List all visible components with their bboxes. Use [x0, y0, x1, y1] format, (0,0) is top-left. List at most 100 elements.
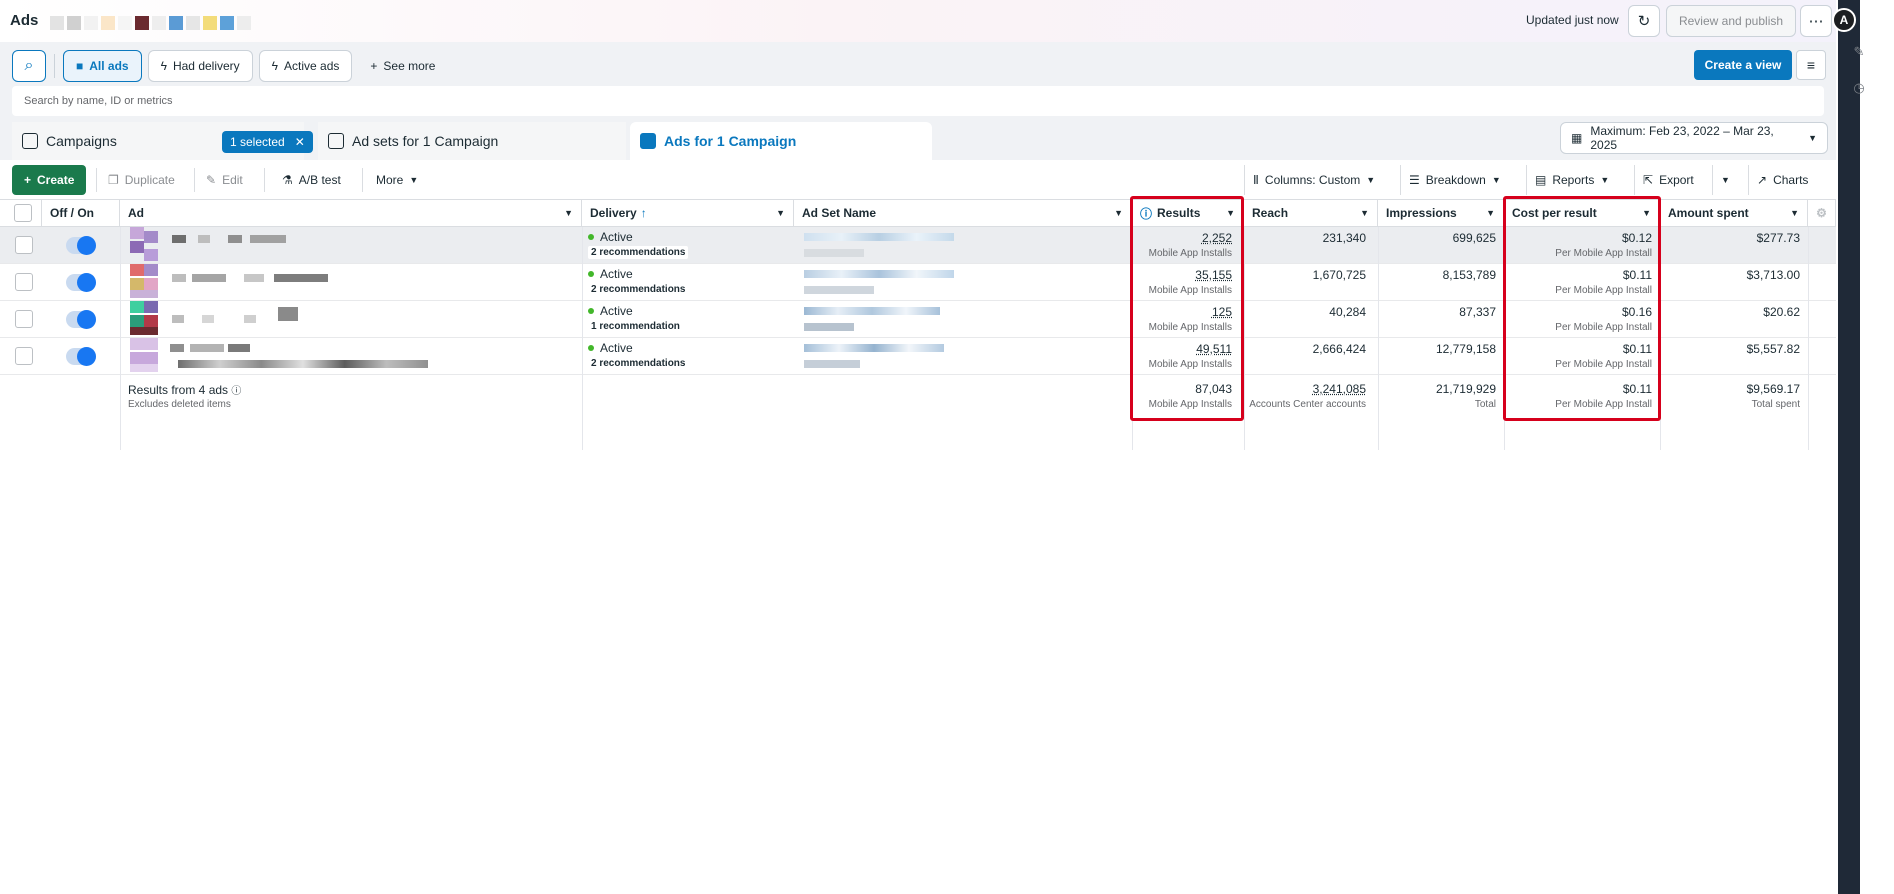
amount-spent-value: $20.62	[1763, 305, 1800, 319]
row-checkbox[interactable]	[15, 310, 33, 328]
row-checkbox[interactable]	[15, 236, 33, 254]
review-and-publish-button[interactable]: Review and publish	[1666, 5, 1796, 37]
summary-label-wrap: Results from 4 ads ⓘ	[128, 382, 241, 397]
header-reach[interactable]: Reach ▼	[1244, 200, 1378, 227]
selected-badge[interactable]: 1 selected ✕	[222, 131, 313, 153]
delivery-cell: Active 2 recommendations	[588, 341, 689, 370]
header-impressions[interactable]: Impressions ▼	[1378, 200, 1504, 227]
ad-toggle[interactable]	[66, 273, 96, 292]
ad-set-name-redacted[interactable]	[804, 301, 954, 338]
lightning-icon: ϟ	[160, 59, 167, 73]
chevron-down-icon: ▼	[409, 175, 419, 185]
search-button[interactable]: ⌕	[12, 50, 46, 82]
search-icon: ⌕	[24, 57, 34, 74]
ad-set-name-redacted[interactable]	[804, 264, 954, 301]
date-range-picker[interactable]: ▦ Maximum: Feb 23, 2022 – Mar 23, 2025 ▼	[1560, 122, 1828, 154]
chevron-down-icon[interactable]: ▼	[1790, 208, 1799, 218]
right-rail-dark	[1838, 0, 1860, 894]
header-amount-spent[interactable]: Amount spent ▼	[1660, 200, 1808, 227]
gear-icon: ⚙	[1816, 206, 1827, 220]
lightning-icon: ϟ	[271, 59, 279, 73]
columns-button[interactable]: Ⅱ Columns: Custom ▼	[1244, 165, 1383, 195]
flask-icon: ⚗	[282, 173, 293, 187]
see-more-chip[interactable]: + See more	[358, 50, 447, 82]
summary-amount-spent-type: Total spent	[1751, 399, 1800, 410]
sliders-icon: ≡	[1806, 57, 1816, 73]
plus-icon: +	[24, 173, 32, 187]
chevron-down-icon[interactable]: ▼	[564, 208, 573, 218]
reports-icon: ▤	[1535, 173, 1547, 187]
ad-name-redacted[interactable]	[128, 264, 328, 301]
ad-toggle[interactable]	[66, 236, 96, 255]
reach-value: 1,670,725	[1312, 268, 1366, 282]
row-checkbox[interactable]	[15, 347, 33, 365]
select-all-checkbox[interactable]	[14, 204, 32, 222]
ad-toggle[interactable]	[66, 310, 96, 329]
ellipsis-icon: ⋯	[1808, 13, 1824, 30]
pencil-icon[interactable]: ✎	[1849, 44, 1869, 64]
breakdown-button[interactable]: ☰ Breakdown ▼	[1400, 165, 1509, 195]
divider	[194, 168, 195, 192]
chevron-down-icon[interactable]: ▼	[1114, 208, 1123, 218]
ad-set-name-redacted[interactable]	[804, 338, 954, 375]
header-ad[interactable]: Ad ▼	[120, 200, 582, 227]
active-ads-chip[interactable]: ϟ Active ads	[258, 50, 353, 82]
charts-button[interactable]: ↗ Charts	[1748, 165, 1816, 195]
reach-value: 40,284	[1329, 305, 1366, 319]
close-icon[interactable]: ✕	[295, 135, 305, 149]
tab-ads[interactable]: Ads for 1 Campaign	[630, 122, 932, 160]
chevron-down-icon[interactable]: ▼	[1486, 208, 1495, 218]
create-view-button[interactable]: Create a view	[1694, 50, 1792, 80]
delivery-status: Active	[600, 230, 633, 244]
edit-button[interactable]: ✎ Edit	[198, 165, 251, 195]
tab-ad-sets[interactable]: Ad sets for 1 Campaign	[318, 122, 626, 160]
summary-reach[interactable]: 3,241,085	[1244, 382, 1366, 396]
ad-name-redacted[interactable]	[128, 338, 428, 375]
header-ad-set-name[interactable]: Ad Set Name ▼	[794, 200, 1132, 227]
divider	[264, 168, 265, 192]
ad-set-name-redacted[interactable]	[804, 227, 954, 264]
reports-button[interactable]: ▤ Reports ▼	[1526, 165, 1617, 195]
more-button[interactable]: More ▼	[368, 165, 426, 195]
search-input[interactable]: Search by name, ID or metrics	[12, 86, 1824, 116]
results-highlight-box	[1130, 196, 1244, 421]
ad-name-redacted[interactable]	[128, 301, 328, 338]
more-options-button[interactable]: ⋯	[1800, 5, 1832, 37]
edit-label: Edit	[222, 173, 243, 187]
sort-ascending-icon[interactable]: ↑	[641, 206, 647, 220]
active-ads-label: Active ads	[284, 59, 340, 73]
create-button[interactable]: + Create	[12, 165, 87, 195]
recommendations-badge[interactable]: 2 recommendations	[588, 357, 689, 370]
duplicate-button[interactable]: ❐ Duplicate	[100, 165, 183, 195]
clock-icon[interactable]: ◷	[1849, 80, 1869, 100]
recommendations-badge[interactable]: 2 recommendations	[588, 246, 689, 259]
ad-toggle[interactable]	[66, 347, 96, 366]
export-dropdown-button[interactable]: ▼	[1712, 165, 1738, 195]
ad-name-redacted[interactable]	[128, 227, 308, 264]
selected-count: 1 selected	[230, 135, 285, 149]
status-dot	[588, 345, 594, 351]
info-icon[interactable]: ⓘ	[231, 386, 241, 397]
calendar-icon: ▦	[1571, 131, 1583, 145]
had-delivery-chip[interactable]: ϟ Had delivery	[147, 50, 253, 82]
export-button[interactable]: ⇱ Export	[1634, 165, 1702, 195]
delivery-cell: Active 2 recommendations	[588, 230, 689, 259]
chevron-down-icon[interactable]: ▼	[776, 208, 785, 218]
refresh-icon: ↻	[1637, 13, 1651, 30]
recommendations-badge[interactable]: 2 recommendations	[588, 283, 689, 296]
ai-assistant-icon[interactable]: A	[1832, 8, 1856, 32]
header-delivery[interactable]: Delivery ↑ ▼	[582, 200, 794, 227]
ab-test-button[interactable]: ⚗ A/B test	[274, 165, 349, 195]
delivery-cell: Active 1 recommendation	[588, 304, 683, 333]
chevron-down-icon: ▼	[1491, 175, 1501, 185]
refresh-button[interactable]: ↻	[1628, 5, 1660, 37]
recommendations-badge[interactable]: 1 recommendation	[588, 320, 683, 333]
filter-settings-button[interactable]: ≡	[1796, 50, 1826, 80]
charts-label: Charts	[1773, 173, 1809, 187]
chevron-down-icon[interactable]: ▼	[1360, 208, 1369, 218]
row-checkbox[interactable]	[15, 273, 33, 291]
tab-ads-label: Ads for 1 Campaign	[664, 133, 797, 149]
account-name-redacted[interactable]	[50, 12, 286, 34]
add-column-button[interactable]: ⚙	[1808, 200, 1836, 227]
all-ads-chip[interactable]: ■ All ads	[63, 50, 142, 82]
